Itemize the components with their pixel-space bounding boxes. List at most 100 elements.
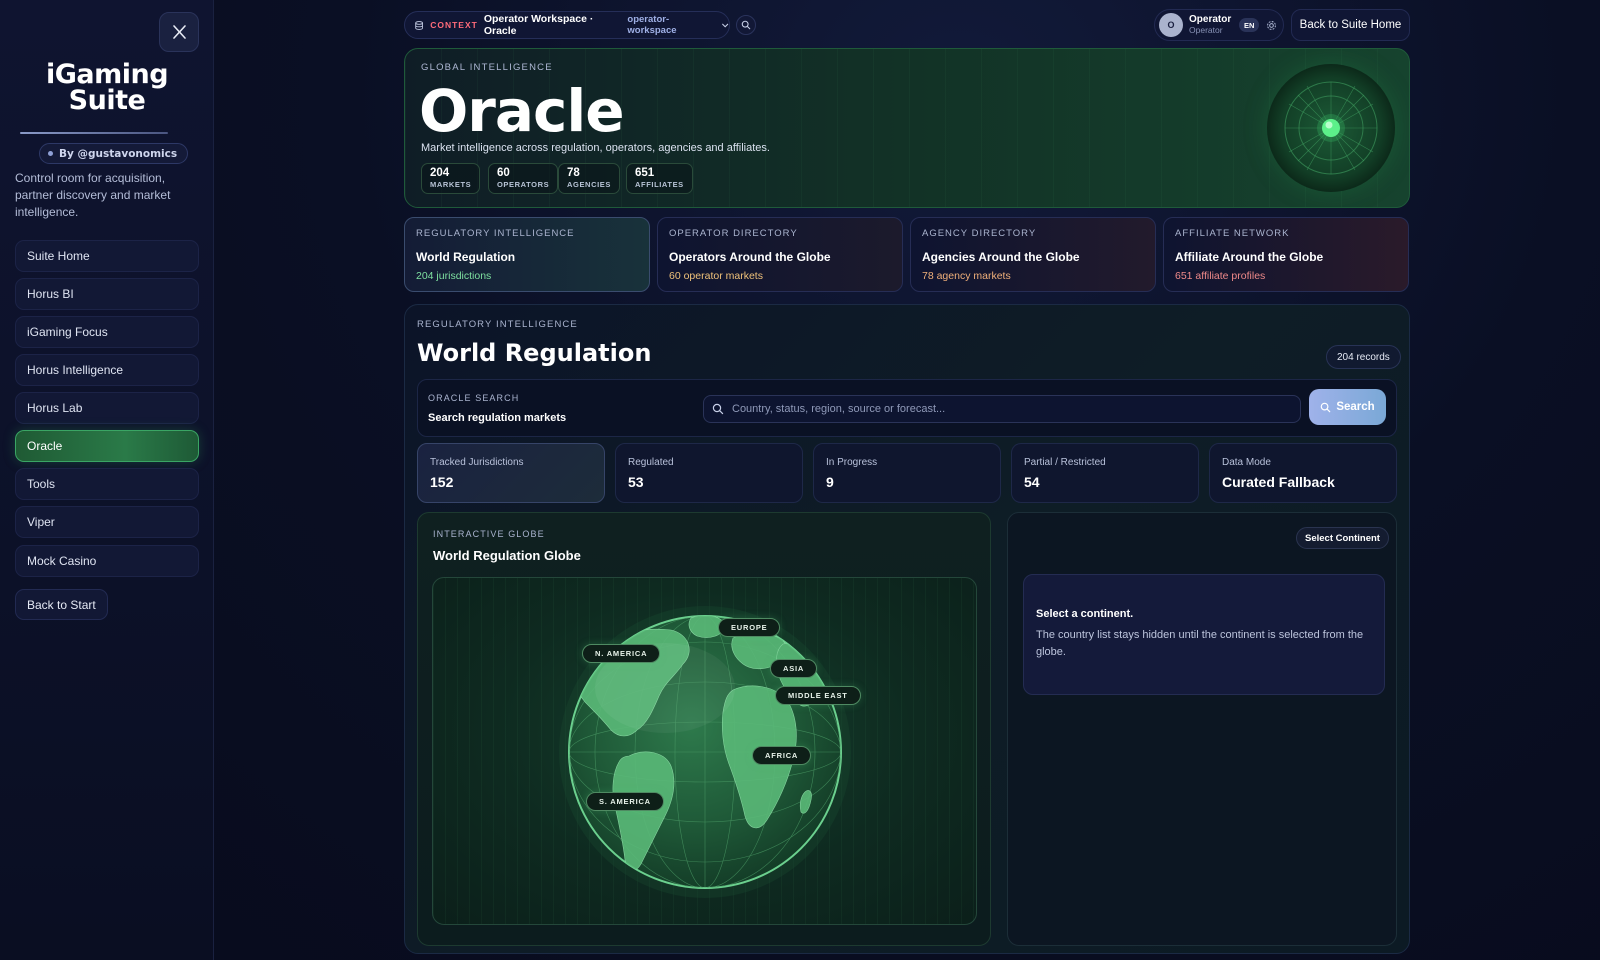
back-to-start-button[interactable]: Back to Start [15,589,108,620]
sidebar-item-label: Viper [27,515,55,529]
metric-label: Regulated [628,457,674,468]
metric-value: 152 [430,474,454,490]
continent-south-america[interactable]: S. AMERICA [586,792,664,811]
search-kicker: ORACLE SEARCH [428,393,520,403]
sidebar-item-label: Tools [27,477,56,491]
metric-value: 54 [1024,474,1040,490]
page-title: Oracle [419,77,625,145]
language-toggle[interactable]: EN [1239,18,1260,32]
metric-label: Data Mode [1222,457,1271,468]
stat-label: MARKETS [430,180,472,189]
back-to-suite-home-button[interactable]: Back to Suite Home [1291,9,1410,41]
metric-data-mode: Data Mode Curated Fallback [1209,443,1397,503]
select-continent-button[interactable]: Select Continent [1296,527,1389,549]
continent-north-america[interactable]: N. AMERICA [582,644,661,663]
sidebar-item-igaming-focus[interactable]: iGaming Focus [15,316,199,348]
card-agencies[interactable]: AGENCY DIRECTORY Agencies Around the Glo… [910,217,1156,292]
context-selector[interactable]: CONTEXT Operator Workspace · Oracle oper… [404,11,730,39]
globe-icon[interactable] [433,578,977,925]
context-label: CONTEXT [430,20,478,30]
sidebar-item-label: Horus BI [27,287,74,301]
search-input[interactable]: Country, status, region, source or forec… [703,395,1301,423]
chevron-down-icon [721,23,728,28]
author-badge: By @gustavonomics [39,143,189,164]
dot-icon [48,151,53,156]
stat-value: 651 [635,167,655,179]
globe-kicker: INTERACTIVE GLOBE [433,529,545,539]
metric-tracked: Tracked Jurisdictions 152 [417,443,605,503]
globe-stage: EUROPE N. AMERICA ASIA MIDDLE EAST AFRIC… [432,577,977,925]
card-title: Affiliate Around the Globe [1175,250,1324,264]
records-badge: 204 records [1326,345,1401,369]
avatar: O [1159,13,1183,37]
stat-label: OPERATORS [497,180,550,189]
collapse-sidebar-button[interactable] [159,12,199,52]
section-title: World Regulation [417,339,652,367]
hero-banner: GLOBAL INTELLIGENCE Oracle Market intell… [404,48,1410,208]
stat-operators: 60 OPERATORS [488,163,559,194]
card-operators[interactable]: OPERATOR DIRECTORY Operators Around the … [657,217,903,292]
card-kicker: AGENCY DIRECTORY [922,228,1037,239]
user-name: Operator [1189,14,1232,25]
continent-africa[interactable]: AFRICA [752,746,812,765]
sidebar-item-horus-lab[interactable]: Horus Lab [15,392,199,424]
brand-logo: iGaming Suite [20,61,194,114]
sidebar-item-tools[interactable]: Tools [15,468,199,500]
stat-label: AGENCIES [567,180,611,189]
sidebar-item-oracle[interactable]: Oracle [15,430,199,462]
metric-partial: Partial / Restricted 54 [1011,443,1199,503]
context-slug: operator-workspace [627,14,677,36]
search-icon [741,20,751,30]
section-kicker: REGULATORY INTELLIGENCE [417,319,578,330]
card-count: 204 jurisdictions [416,270,492,282]
close-icon [173,25,186,39]
radar-orb [1267,64,1395,192]
country-list-panel: Select Continent Select a continent. The… [1007,512,1397,946]
context-name: Operator Workspace · Oracle [483,13,594,37]
metric-value: 9 [826,474,834,490]
metric-label: Partial / Restricted [1024,457,1106,468]
search-icon [712,403,724,415]
card-title: Agencies Around the Globe [922,250,1080,264]
stat-value: 60 [497,167,510,179]
global-search-button[interactable] [736,15,756,35]
metric-regulated: Regulated 53 [615,443,803,503]
continent-middle-east[interactable]: MIDDLE EAST [775,686,861,705]
sidebar: iGaming Suite By @gustavonomics Control … [0,0,214,960]
search-button[interactable]: Search [1309,389,1386,425]
metric-label: Tracked Jurisdictions [430,457,524,468]
stat-markets: 204 MARKETS [421,163,481,194]
stat-label: AFFILIATES [635,180,684,189]
card-count: 78 agency markets [922,270,1011,282]
sidebar-item-horus-intelligence[interactable]: Horus Intelligence [15,354,199,386]
globe-panel: INTERACTIVE GLOBE World Regulation Globe [417,512,991,946]
card-title: World Regulation [416,250,516,264]
gear-icon [1266,20,1276,30]
stat-agencies: 78 AGENCIES [558,163,620,194]
sidebar-item-label: Mock Casino [27,554,97,568]
sidebar-item-label: iGaming Focus [27,325,108,339]
continent-europe[interactable]: EUROPE [718,618,781,637]
search-button-label: Search [1336,401,1375,413]
card-kicker: REGULATORY INTELLIGENCE [416,228,575,239]
brand-divider [20,132,168,134]
card-kicker: AFFILIATE NETWORK [1175,228,1290,239]
metric-value: 53 [628,474,644,490]
sidebar-item-mock-casino[interactable]: Mock Casino [15,545,199,577]
globe-title: World Regulation Globe [433,548,581,563]
sidebar-item-label: Suite Home [27,249,90,263]
continent-asia[interactable]: ASIA [770,659,818,678]
user-role: Operator [1189,25,1223,35]
user-menu[interactable]: O Operator Operator EN [1154,9,1284,41]
card-affiliates[interactable]: AFFILIATE NETWORK Affiliate Around the G… [1163,217,1409,292]
user-info: Operator Operator [1189,14,1231,36]
sidebar-item-horus-bi[interactable]: Horus BI [15,278,199,310]
sidebar-item-viper[interactable]: Viper [15,506,199,538]
sidebar-item-label: Horus Intelligence [27,363,124,377]
card-world-regulation[interactable]: REGULATORY INTELLIGENCE World Regulation… [404,217,650,292]
settings-button[interactable] [1264,18,1278,32]
database-icon [415,20,423,30]
stat-value: 204 [430,167,450,179]
sidebar-item-suite-home[interactable]: Suite Home [15,240,199,272]
card-count: 60 operator markets [669,270,763,282]
